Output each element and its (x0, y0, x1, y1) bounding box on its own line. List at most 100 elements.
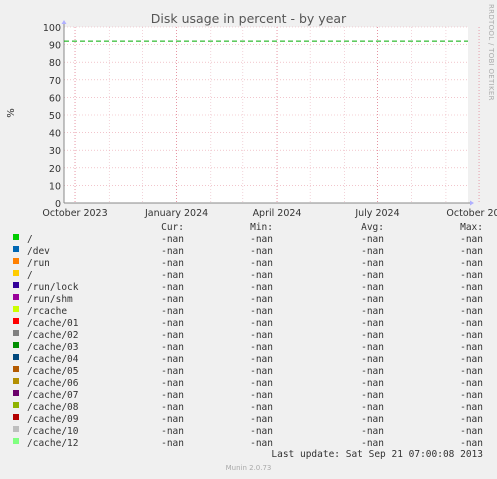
legend-cur-value: -nan (161, 258, 184, 269)
legend-cur-value: -nan (161, 306, 184, 317)
legend-cur-value: -nan (161, 294, 184, 305)
legend-avg-value: -nan (361, 354, 384, 365)
legend-swatch (13, 270, 19, 276)
legend-series-name: /cache/03 (27, 342, 79, 353)
legend-swatch (13, 282, 19, 288)
y-tick-label: 80 (49, 58, 61, 69)
legend-series-name: /cache/09 (27, 414, 79, 425)
legend-row: / -nan -nan -nan -nan (0, 270, 497, 282)
legend-avg-value: -nan (361, 234, 384, 245)
x-tick-label: July 2024 (354, 208, 399, 219)
legend-swatch (13, 378, 19, 384)
legend-series-name: / (27, 234, 33, 245)
legend-series-name: /run/shm (27, 294, 73, 305)
legend-max-value: -nan (460, 294, 483, 305)
legend-swatch (13, 414, 19, 420)
legend-cur-value: -nan (161, 270, 184, 281)
legend-avg-value: -nan (361, 402, 384, 413)
legend-row: /cache/07 -nan -nan -nan -nan (0, 390, 497, 402)
y-tick-label: 30 (49, 146, 61, 157)
legend-avg-value: -nan (361, 306, 384, 317)
y-tick-label: 100 (43, 23, 61, 34)
legend-row: /cache/05 -nan -nan -nan -nan (0, 366, 497, 378)
last-update: Last update: Sat Sep 21 07:00:08 2013 (271, 449, 483, 460)
legend-swatch (13, 258, 19, 264)
legend-cur-value: -nan (161, 246, 184, 257)
chart: Disk usage in percent - by year % 010203… (6, 11, 497, 219)
legend-min-value: -nan (250, 318, 273, 329)
legend-max-value: -nan (460, 426, 483, 437)
legend-series-name: / (27, 270, 33, 281)
legend-min-value: -nan (250, 414, 273, 425)
legend-header-cur: Cur: (161, 222, 184, 233)
legend-row: /cache/04 -nan -nan -nan -nan (0, 354, 497, 366)
legend-swatch (13, 246, 19, 252)
legend-min-value: -nan (250, 282, 273, 293)
legend-max-value: -nan (460, 282, 483, 293)
legend-row: /cache/09 -nan -nan -nan -nan (0, 414, 497, 426)
legend-header: Cur: Min: Avg: Max: (0, 222, 497, 234)
legend-min-value: -nan (250, 378, 273, 389)
legend-cur-value: -nan (161, 378, 184, 389)
legend-max-value: -nan (460, 354, 483, 365)
y-tick-label: 50 (49, 111, 61, 122)
legend-min-value: -nan (250, 270, 273, 281)
legend-avg-value: -nan (361, 414, 384, 425)
legend-series-name: /cache/05 (27, 366, 79, 377)
y-tick-label: 10 (49, 181, 61, 192)
legend-min-value: -nan (250, 438, 273, 449)
legend-row: /run/lock -nan -nan -nan -nan (0, 282, 497, 294)
legend-min-value: -nan (250, 366, 273, 377)
legend-avg-value: -nan (361, 366, 384, 377)
legend-max-value: -nan (460, 366, 483, 377)
legend-series-name: /cache/02 (27, 330, 79, 341)
legend-max-value: -nan (460, 390, 483, 401)
legend-min-value: -nan (250, 234, 273, 245)
legend-max-value: -nan (460, 246, 483, 257)
legend-series-name: /cache/06 (27, 378, 79, 389)
x-tick-label: October 2024 (446, 208, 497, 219)
y-tick-label: 70 (49, 76, 61, 87)
legend-cur-value: -nan (161, 342, 184, 353)
legend-max-value: -nan (460, 342, 483, 353)
legend-avg-value: -nan (361, 258, 384, 269)
legend-avg-value: -nan (361, 318, 384, 329)
legend-min-value: -nan (250, 354, 273, 365)
legend-swatch (13, 306, 19, 312)
legend-swatch (13, 438, 19, 444)
legend-max-value: -nan (460, 258, 483, 269)
legend-header-avg: Avg: (361, 222, 384, 233)
munin-version: Munin 2.0.73 (225, 464, 272, 472)
y-tick-label: 40 (49, 129, 61, 140)
legend-swatch (13, 426, 19, 432)
legend-min-value: -nan (250, 402, 273, 413)
legend-cur-value: -nan (161, 234, 184, 245)
legend-max-value: -nan (460, 330, 483, 341)
legend-avg-value: -nan (361, 282, 384, 293)
y-tick-label: 90 (49, 41, 61, 52)
legend-min-value: -nan (250, 342, 273, 353)
legend-cur-value: -nan (161, 354, 184, 365)
legend-avg-value: -nan (361, 270, 384, 281)
legend-series-name: /run (27, 258, 50, 269)
legend-cur-value: -nan (161, 438, 184, 449)
legend-series-name: /cache/08 (27, 402, 79, 413)
legend-row: /cache/02 -nan -nan -nan -nan (0, 330, 497, 342)
legend-swatch (13, 366, 19, 372)
legend-series-name: /cache/04 (27, 354, 79, 365)
legend-cur-value: -nan (161, 366, 184, 377)
legend-swatch (13, 234, 19, 240)
legend-row: /dev -nan -nan -nan -nan (0, 246, 497, 258)
legend-swatch (13, 342, 19, 348)
legend-header-max: Max: (460, 222, 483, 233)
y-axis-label: % (6, 108, 17, 118)
x-tick-label: April 2024 (253, 208, 302, 219)
legend-swatch (13, 402, 19, 408)
y-tick-label: 20 (49, 164, 61, 175)
legend-min-value: -nan (250, 246, 273, 257)
legend-min-value: -nan (250, 258, 273, 269)
legend-series-name: /run/lock (27, 282, 79, 293)
legend-avg-value: -nan (361, 390, 384, 401)
legend-cur-value: -nan (161, 330, 184, 341)
legend-header-min: Min: (250, 222, 273, 233)
